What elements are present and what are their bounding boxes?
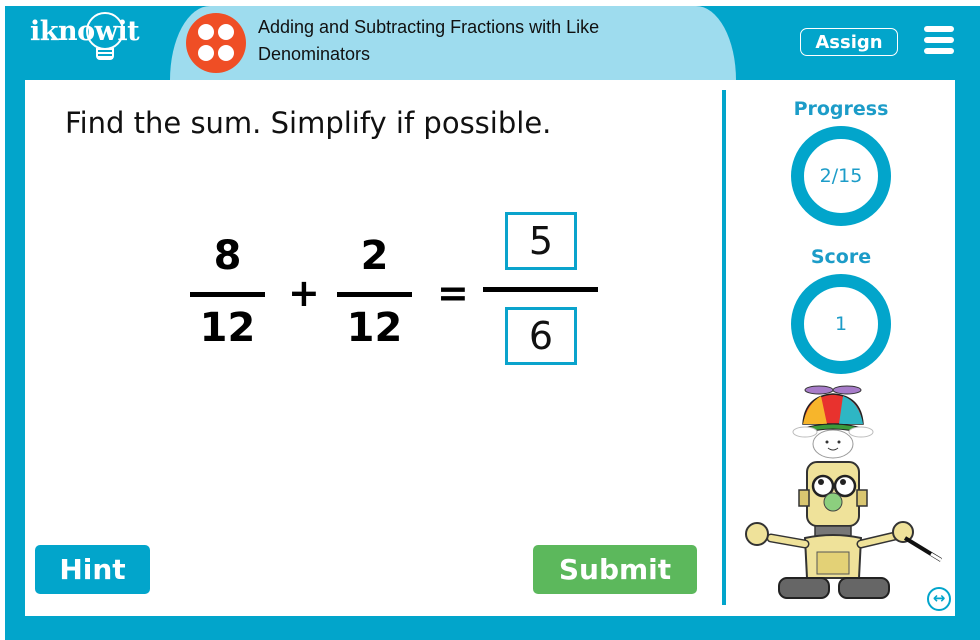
lesson-title: Adding and Subtracting Fractions with Li… [258, 17, 600, 64]
fraction2-denominator: 12 [346, 305, 403, 351]
robot-magician-mascot [745, 385, 943, 599]
assign-button[interactable]: Assign [800, 28, 898, 56]
fraction1-denominator: 12 [199, 305, 256, 351]
hamburger-menu-icon[interactable] [924, 26, 954, 54]
expand-horizontal-icon[interactable]: ↔ [927, 587, 951, 611]
answer-fraction-bar [483, 287, 598, 292]
lightbulb-base-icon [96, 48, 114, 60]
lightbulb-icon [86, 12, 124, 50]
score-value: 1 [834, 313, 848, 335]
answer-denominator-input[interactable]: 6 [505, 307, 577, 365]
submit-button[interactable]: Submit [533, 545, 697, 594]
fraction2-numerator: 2 [360, 233, 389, 279]
fraction1-numerator: 8 [213, 233, 242, 279]
four-dots-icon [186, 13, 246, 73]
fraction2-bar [337, 292, 412, 297]
hint-button[interactable]: Hint [35, 545, 150, 594]
progress-value: 2/15 [819, 165, 863, 187]
question-prompt: Find the sum. Simplify if possible. [65, 106, 552, 140]
progress-ring: 2/15 [791, 126, 891, 226]
sidebar-divider [722, 90, 726, 605]
equals-sign: = [437, 271, 469, 315]
progress-label: Progress [793, 98, 889, 120]
score-ring: 1 [791, 274, 891, 374]
plus-operator: + [288, 271, 320, 315]
score-label: Score [810, 246, 872, 268]
answer-numerator-input[interactable]: 5 [505, 212, 577, 270]
fraction1-bar [190, 292, 265, 297]
iknowit-logo[interactable]: iknowit [30, 12, 140, 60]
